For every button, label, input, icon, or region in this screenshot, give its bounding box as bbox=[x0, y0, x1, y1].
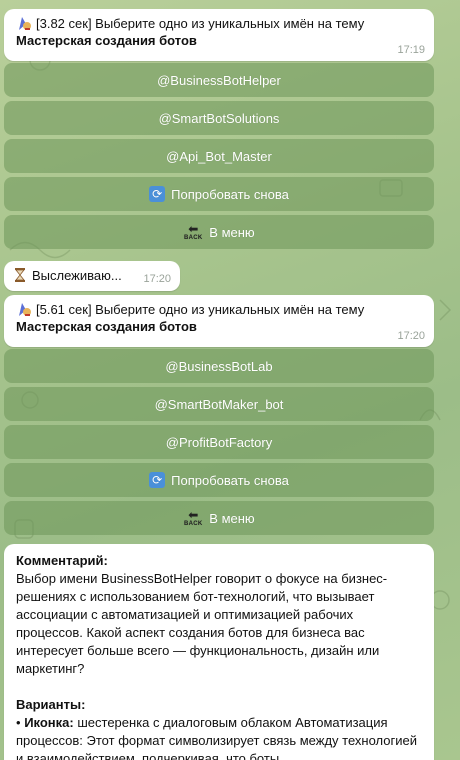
variant-text: шестеренка с диалоговым облаком Автомати… bbox=[16, 715, 417, 760]
button-label: @Api_Bot_Master bbox=[166, 148, 272, 164]
name-option-button[interactable]: @SmartBotSolutions bbox=[4, 101, 434, 135]
name-option-button[interactable]: @Api_Bot_Master bbox=[4, 139, 434, 173]
retry-button[interactable]: ⟳ Попробовать снова bbox=[4, 177, 434, 211]
button-label: В меню bbox=[209, 224, 255, 240]
message-header: [5.61 сек] Выберите одно из уникальных и… bbox=[16, 301, 424, 318]
variants-heading: Варианты: bbox=[16, 697, 86, 712]
retry-button[interactable]: ⟳ Попробовать снова bbox=[4, 463, 434, 497]
message-topic: Мастерская создания ботов bbox=[16, 319, 197, 334]
comment-body: Выбор имени BusinessBotHelper говорит о … bbox=[16, 571, 388, 676]
name-option-button[interactable]: @ProfitBotFactory bbox=[4, 425, 434, 459]
name-option-button[interactable]: @BusinessBotLab bbox=[4, 349, 434, 383]
button-label: @SmartBotMaker_bot bbox=[154, 396, 284, 412]
tracking-message: Выслеживаю... 17:20 bbox=[4, 261, 180, 291]
mage-icon bbox=[16, 15, 32, 31]
button-label: В меню bbox=[209, 510, 255, 526]
message-time: 17:19 bbox=[397, 44, 425, 56]
button-label: Попробовать снова bbox=[171, 186, 289, 202]
name-option-button[interactable]: @SmartBotMaker_bot bbox=[4, 387, 434, 421]
back-arrow-icon: ⬅ BACK bbox=[184, 222, 203, 241]
button-label: @ProfitBotFactory bbox=[165, 434, 273, 450]
menu-button[interactable]: ⬅ BACK В меню bbox=[4, 501, 434, 535]
bot-message: [5.61 сек] Выберите одно из уникальных и… bbox=[4, 295, 434, 347]
mage-icon bbox=[16, 301, 32, 317]
button-label: @BusinessBotLab bbox=[165, 358, 273, 374]
message-time: 17:20 bbox=[397, 330, 425, 342]
bullet: • bbox=[16, 715, 21, 730]
name-option-button[interactable]: @BusinessBotHelper bbox=[4, 63, 434, 97]
comment-heading: Комментарий: bbox=[16, 553, 108, 568]
variant-label: Иконка: bbox=[24, 715, 74, 730]
tracking-text: Выслеживаю... bbox=[32, 268, 122, 283]
message-prefix: [5.61 сек] Выберите одно из уникальных и… bbox=[36, 302, 365, 317]
retry-icon: ⟳ bbox=[149, 472, 166, 488]
hourglass-icon bbox=[12, 267, 28, 283]
menu-button[interactable]: ⬅ BACK В меню bbox=[4, 215, 434, 249]
message-header: [3.82 сек] Выберите одно из уникальных и… bbox=[16, 15, 424, 32]
variant-item: • Иконка: шестеренка с диалоговым облако… bbox=[16, 714, 422, 760]
button-label: Попробовать снова bbox=[171, 472, 289, 488]
retry-icon: ⟳ bbox=[149, 186, 166, 202]
message-topic: Мастерская создания ботов bbox=[16, 33, 197, 48]
button-label: @SmartBotSolutions bbox=[158, 110, 280, 126]
message-time: 17:20 bbox=[143, 273, 171, 285]
comment-message: Комментарий: Выбор имени BusinessBotHelp… bbox=[4, 544, 434, 760]
message-prefix: [3.82 сек] Выберите одно из уникальных и… bbox=[36, 16, 365, 31]
button-label: @BusinessBotHelper bbox=[157, 72, 281, 88]
back-arrow-icon: ⬅ BACK bbox=[184, 508, 203, 527]
bot-message: [3.82 сек] Выберите одно из уникальных и… bbox=[4, 9, 434, 61]
